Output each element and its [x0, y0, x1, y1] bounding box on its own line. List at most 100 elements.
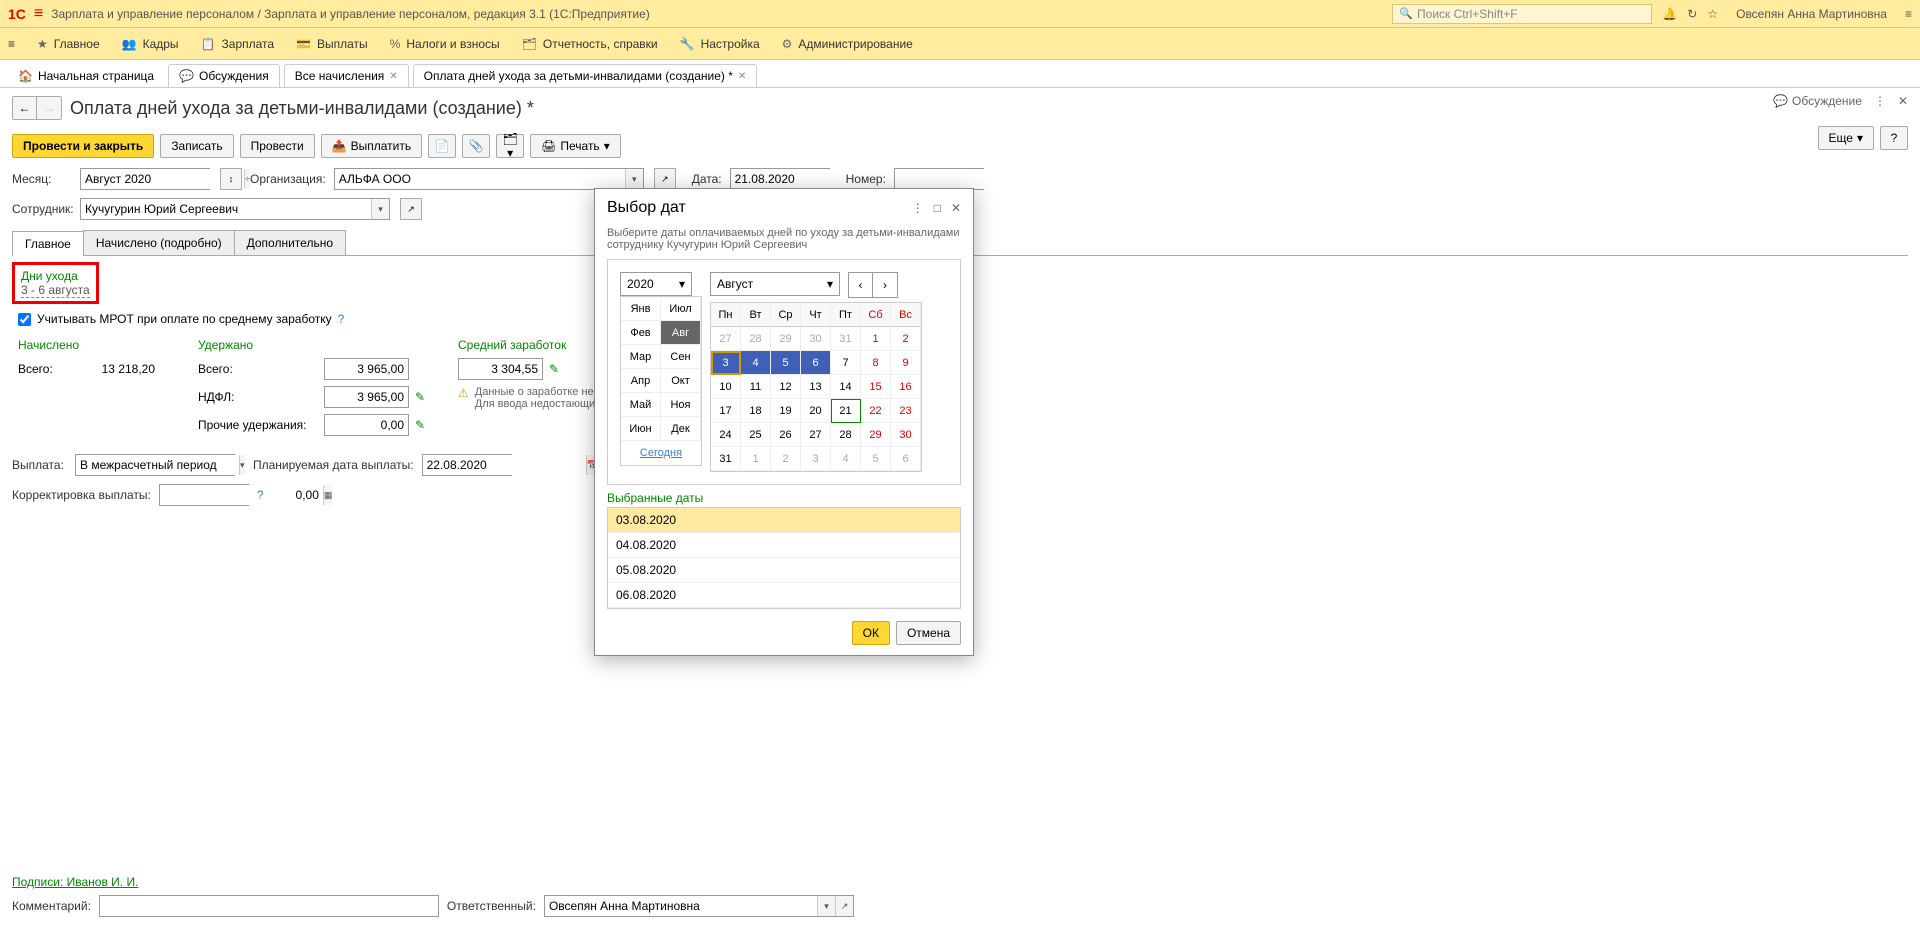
nav-admin[interactable]: ⚙Администрирование [782, 37, 913, 51]
day-cell[interactable]: 14 [831, 375, 861, 399]
day-cell[interactable]: 28 [741, 327, 771, 351]
day-cell[interactable]: 5 [861, 447, 891, 471]
day-cell[interactable]: 29 [771, 327, 801, 351]
day-cell[interactable]: 7 [831, 351, 861, 375]
ok-button[interactable]: ОК [852, 621, 890, 645]
day-cell[interactable]: 5 [771, 351, 801, 375]
day-cell[interactable]: 22 [861, 399, 891, 423]
ndfl-value[interactable] [324, 386, 409, 408]
month-cell[interactable]: Сен [661, 345, 701, 369]
day-cell[interactable]: 2 [771, 447, 801, 471]
attach-button[interactable]: 📎 [462, 134, 490, 158]
date-input[interactable]: 📅 [730, 168, 830, 190]
nav-home[interactable]: ★Главное [37, 37, 100, 51]
held-total[interactable] [324, 358, 409, 380]
payment-select[interactable]: ▾ [75, 454, 235, 476]
day-cell[interactable]: 28 [831, 423, 861, 447]
day-cell[interactable]: 25 [741, 423, 771, 447]
close-icon[interactable]: ✕ [389, 71, 397, 82]
selected-date-item[interactable]: 05.08.2020 [608, 558, 960, 583]
dropdown-icon[interactable]: ▾ [239, 455, 245, 475]
month-cell[interactable]: Май [621, 393, 661, 417]
day-cell[interactable]: 27 [801, 423, 831, 447]
dropdown-icon[interactable]: ▾ [371, 199, 389, 219]
day-cell[interactable]: 12 [771, 375, 801, 399]
today-link[interactable]: Сегодня [621, 441, 701, 465]
other-held[interactable] [324, 414, 409, 436]
day-cell[interactable]: 23 [891, 399, 921, 423]
close-doc-icon[interactable]: ✕ [1898, 94, 1908, 108]
print-button[interactable]: 🖨Печать ▾ [530, 134, 621, 158]
month-cell[interactable]: Авг [661, 321, 701, 345]
day-cell[interactable]: 18 [741, 399, 771, 423]
day-cell[interactable]: 30 [891, 423, 921, 447]
day-cell[interactable]: 1 [741, 447, 771, 471]
day-cell[interactable]: 4 [741, 351, 771, 375]
maximize-icon[interactable]: □ [934, 201, 941, 215]
tab-all-accruals[interactable]: Все начисления✕ [284, 64, 409, 87]
pencil-icon[interactable]: ✎ [415, 418, 425, 432]
nav-personnel[interactable]: 👥Кадры [122, 37, 179, 51]
selected-date-item[interactable]: 04.08.2020 [608, 533, 960, 558]
tab-additional[interactable]: Дополнительно [234, 230, 346, 255]
month-cell[interactable]: Янв [621, 297, 661, 321]
day-cell[interactable]: 9 [891, 351, 921, 375]
history-icon[interactable]: ↻ [1687, 7, 1697, 21]
pencil-icon[interactable]: ✎ [549, 362, 559, 376]
day-cell[interactable]: 30 [801, 327, 831, 351]
mrot-checkbox[interactable] [18, 313, 31, 326]
day-cell[interactable]: 11 [741, 375, 771, 399]
month-input[interactable]: ÷ [80, 168, 210, 190]
day-cell[interactable]: 27 [711, 327, 741, 351]
day-cell[interactable]: 2 [891, 327, 921, 351]
save-button[interactable]: Записать [160, 134, 233, 158]
tab-accrued-detail[interactable]: Начислено (подробно) [83, 230, 235, 255]
month-cell[interactable]: Июл [661, 297, 701, 321]
post-close-button[interactable]: Провести и закрыть [12, 134, 154, 158]
month-ext-button[interactable]: ↕ [220, 168, 242, 190]
structure-button[interactable]: 🗂 ▾ [496, 134, 524, 158]
day-cell[interactable]: 29 [861, 423, 891, 447]
tab-start-page[interactable]: 🏠Начальная страница [8, 65, 164, 87]
forward-button[interactable]: → [37, 97, 61, 119]
star-icon[interactable]: ☆ [1707, 7, 1718, 21]
month-select[interactable]: Август▾ [710, 272, 840, 296]
day-cell[interactable]: 6 [891, 447, 921, 471]
month-cell[interactable]: Апр [621, 369, 661, 393]
year-select[interactable]: 2020▾ [620, 272, 692, 296]
post-button[interactable]: Провести [240, 134, 315, 158]
day-cell[interactable]: 1 [861, 327, 891, 351]
dropdown-icon[interactable]: ▾ [817, 896, 835, 916]
dropdown-icon[interactable]: ▾ [625, 169, 643, 189]
org-input[interactable]: ▾ [334, 168, 644, 190]
org-ext-button[interactable]: ↗ [654, 168, 676, 190]
tab-discussions[interactable]: 💬Обсуждения [168, 64, 280, 87]
discuss-button[interactable]: 💬Обсуждение [1773, 94, 1862, 108]
kebab-icon[interactable]: ⋮ [1874, 94, 1886, 108]
day-cell[interactable]: 6 [801, 351, 831, 375]
back-button[interactable]: ← [13, 97, 37, 119]
next-month-button[interactable]: › [873, 273, 897, 297]
open-icon[interactable]: ↗ [835, 896, 853, 916]
bell-icon[interactable]: 🔔 [1662, 7, 1677, 21]
nav-settings[interactable]: 🔧Настройка [680, 37, 760, 51]
day-cell[interactable]: 31 [711, 447, 741, 471]
tab-current-doc[interactable]: Оплата дней ухода за детьми-инвалидами (… [413, 64, 758, 87]
employee-ext-button[interactable]: ↗ [400, 198, 422, 220]
plan-date-input[interactable]: 📅 [422, 454, 512, 476]
day-cell[interactable]: 20 [801, 399, 831, 423]
day-cell[interactable]: 15 [861, 375, 891, 399]
month-cell[interactable]: Окт [661, 369, 701, 393]
calc-icon[interactable]: ▦ [323, 485, 333, 505]
nav-taxes[interactable]: %Налоги и взносы [390, 37, 500, 51]
pay-button[interactable]: 📤Выплатить [321, 134, 422, 158]
selected-date-item[interactable]: 03.08.2020 [608, 508, 960, 533]
kebab-icon[interactable]: ⋮ [912, 201, 924, 215]
care-days-link[interactable]: 3 - 6 августа [21, 283, 90, 298]
responsible-input[interactable]: ▾↗ [544, 895, 854, 917]
month-cell[interactable]: Ноя [661, 393, 701, 417]
month-cell[interactable]: Фев [621, 321, 661, 345]
correction-input[interactable]: ▦ [159, 484, 249, 506]
global-search[interactable]: Поиск Ctrl+Shift+F [1392, 4, 1652, 24]
help-icon[interactable]: ? [257, 488, 264, 502]
